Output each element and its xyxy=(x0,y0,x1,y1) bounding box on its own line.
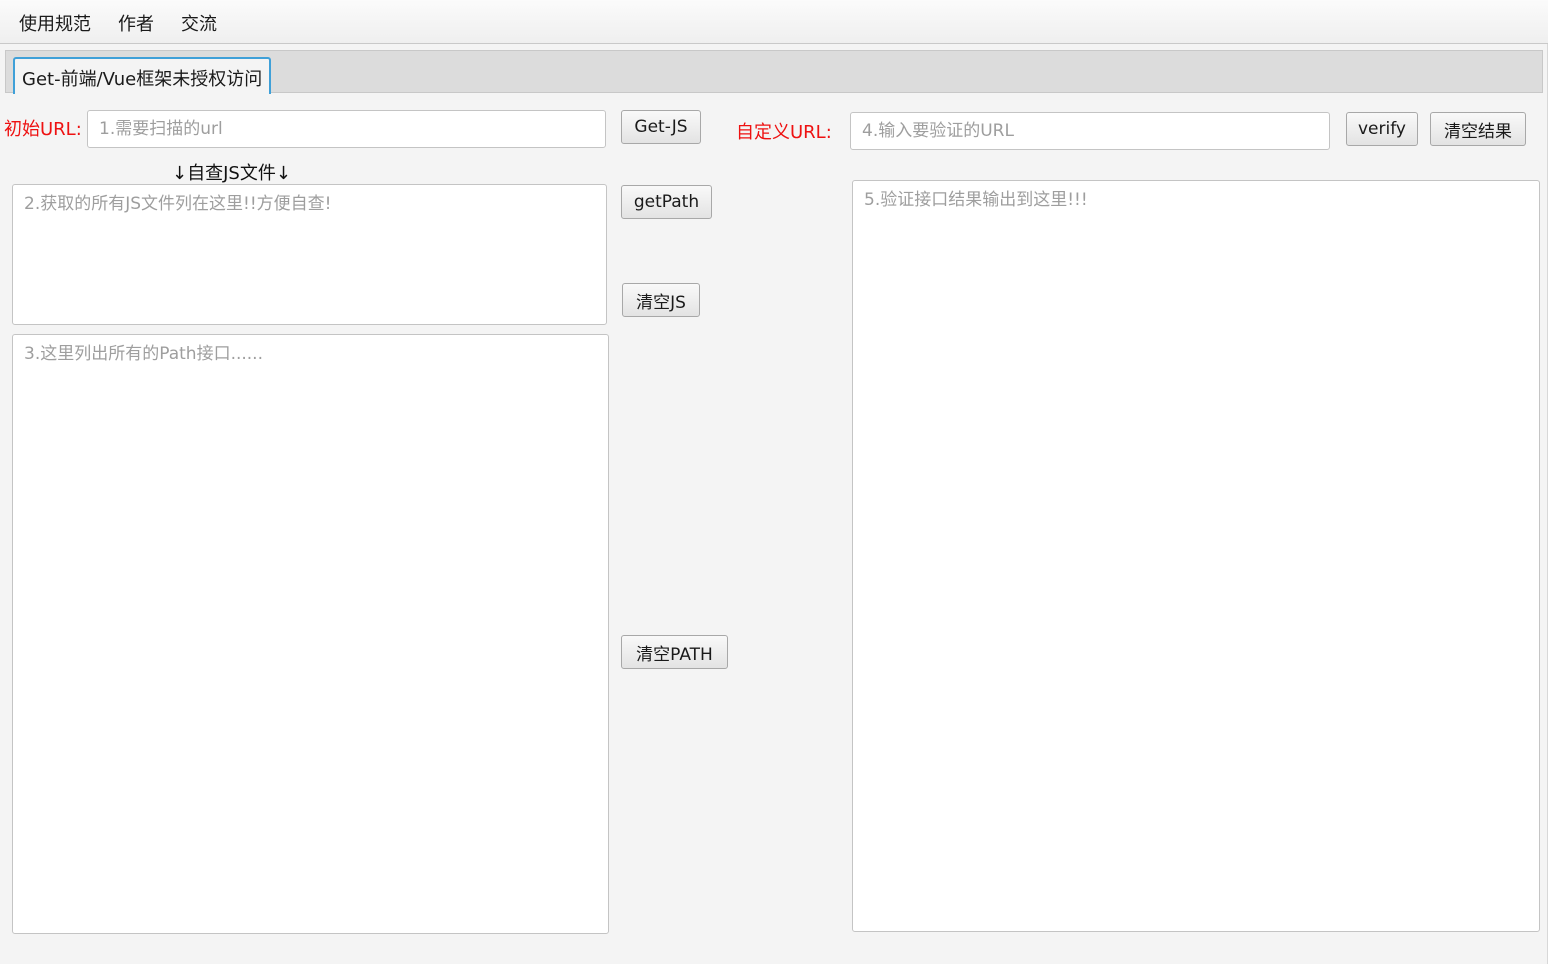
clear-result-button[interactable]: 清空结果 xyxy=(1430,112,1526,146)
custom-url-input[interactable] xyxy=(850,112,1330,150)
initial-url-input[interactable] xyxy=(87,110,606,148)
menu-item-author[interactable]: 作者 xyxy=(114,10,158,36)
get-js-button[interactable]: Get-JS xyxy=(621,110,701,144)
menu-item-communication[interactable]: 交流 xyxy=(177,10,221,36)
tab-get-frontend-vue-unauthorized[interactable]: Get-前端/Vue框架未授权访问 xyxy=(13,57,271,94)
tab-bar: Get-前端/Vue框架未授权访问 xyxy=(5,50,1543,94)
path-list-textarea[interactable] xyxy=(12,334,609,934)
verify-button[interactable]: verify xyxy=(1346,112,1418,146)
js-section-label: ↓自查JS文件↓ xyxy=(172,163,291,184)
custom-url-label: 自定义URL: xyxy=(736,122,832,143)
clear-js-button[interactable]: 清空JS xyxy=(622,283,700,317)
menu-item-usage-rules[interactable]: 使用规范 xyxy=(15,10,95,36)
clear-path-button[interactable]: 清空PATH xyxy=(621,635,728,669)
get-path-button[interactable]: getPath xyxy=(621,185,712,219)
initial-url-label: 初始URL: xyxy=(4,119,82,140)
menu-bar: 使用规范 作者 交流 xyxy=(0,0,1548,44)
app-window: 使用规范 作者 交流 Get-前端/Vue框架未授权访问 初始URL: ↓自查J… xyxy=(0,0,1548,964)
js-files-textarea[interactable] xyxy=(12,184,607,325)
verify-result-textarea[interactable] xyxy=(852,180,1540,932)
